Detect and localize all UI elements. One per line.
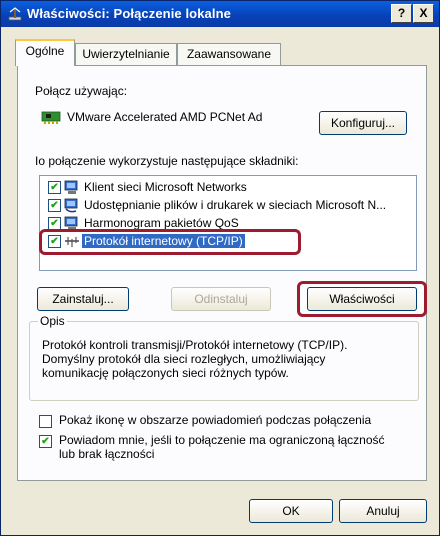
component-label: Udostępnianie plików i drukarek w siecia…: [84, 198, 387, 212]
close-button[interactable]: X: [413, 4, 434, 23]
components-label: Io połączenie wykorzystuje następujące s…: [35, 154, 299, 168]
network-adapter-icon: [41, 111, 61, 124]
network-client-icon: [64, 180, 78, 194]
component-checkbox[interactable]: ✔: [48, 181, 61, 194]
file-printer-sharing-icon: [64, 198, 78, 213]
install-button[interactable]: Zainstaluj...: [37, 287, 129, 311]
components-list[interactable]: ✔ Klient sieci Microsoft Networks ✔ Udos…: [39, 175, 417, 271]
adapter-display: VMware Accelerated AMD PCNet Ad: [41, 107, 271, 129]
component-checkbox[interactable]: ✔: [48, 199, 61, 212]
configure-button[interactable]: Konfiguruj...: [319, 111, 407, 135]
tab-advanced[interactable]: Zaawansowane: [177, 43, 281, 65]
adapter-name: VMware Accelerated AMD PCNet Ad: [67, 110, 263, 124]
properties-dialog: Właściwości: Połączenie lokalne ? X Ogól…: [0, 0, 440, 536]
network-connection-icon: [8, 7, 22, 21]
selection-highlight-outline: [39, 229, 301, 255]
description-text: Protokół kontroli transmisji/Protokół in…: [42, 338, 348, 380]
show-icon-checkbox[interactable]: [39, 415, 52, 428]
tab-general[interactable]: Ogólne: [15, 39, 75, 66]
description-group: Opis Protokół kontroli transmisji/Protok…: [29, 314, 419, 401]
tab-authentication[interactable]: Uwierzytelnianie: [75, 43, 177, 65]
list-item[interactable]: ✔ Klient sieci Microsoft Networks: [42, 179, 414, 197]
notify-checkbox[interactable]: ✔: [39, 435, 52, 448]
component-label: Klient sieci Microsoft Networks: [84, 180, 247, 194]
ok-button[interactable]: OK: [249, 499, 333, 523]
title-bar[interactable]: Właściwości: Połączenie lokalne ? X: [1, 1, 439, 27]
properties-highlight-outline: [297, 281, 427, 317]
list-item[interactable]: ✔ Udostępnianie plików i drukarek w siec…: [42, 197, 414, 215]
description-legend: Opis: [38, 314, 67, 328]
connect-using-label: Połącz używając:: [35, 84, 128, 98]
help-button[interactable]: ?: [391, 4, 412, 23]
show-icon-label: Pokaż ikonę w obszarze powiadomień podcz…: [59, 413, 372, 427]
window-title: Właściwości: Połączenie lokalne: [27, 6, 231, 21]
component-label: Harmonogram pakietów QoS: [84, 216, 239, 230]
cancel-button[interactable]: Anuluj: [339, 499, 427, 523]
uninstall-button[interactable]: Odinstaluj: [171, 287, 271, 311]
notify-label: Powiadom mnie, jeśli to połączenie ma og…: [59, 433, 385, 461]
